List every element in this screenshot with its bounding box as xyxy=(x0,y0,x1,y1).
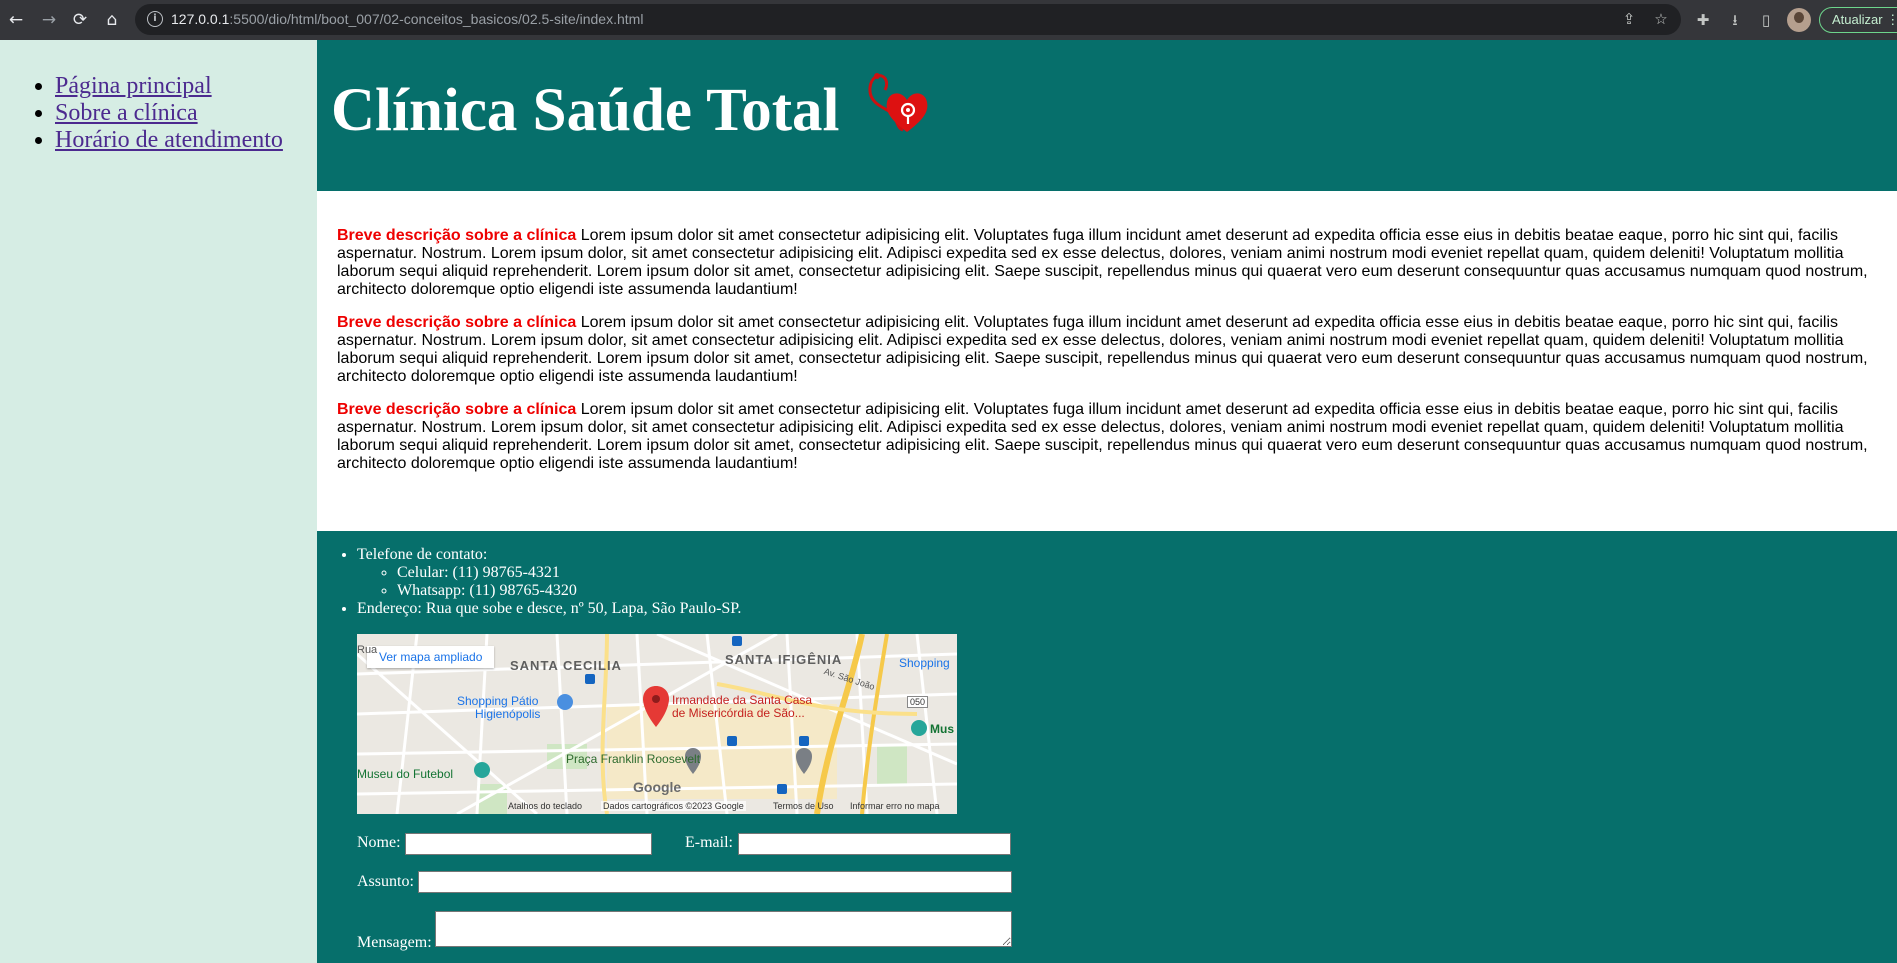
site-info-icon[interactable]: i xyxy=(147,11,163,27)
nav-item-home: Página principal xyxy=(55,73,317,100)
nav-link-home[interactable]: Página principal xyxy=(55,73,212,99)
map-keyboard-shortcuts-link[interactable]: Atalhos do teclado xyxy=(508,801,582,811)
description-lead: Breve descrição sobre a clínica xyxy=(337,401,577,418)
map-label-praca: Praça Franklin Roosevelt xyxy=(566,752,701,766)
sidebar-nav: Página principal Sobre a clínica Horário… xyxy=(0,40,317,963)
map-label-shopping-patio: Shopping Pátio xyxy=(457,694,539,708)
map-label-road-050: 050 xyxy=(907,696,929,708)
map-attribution-bar: Atalhos do teclado Dados cartográficos ©… xyxy=(357,800,957,814)
whatsapp-phone: Whatsapp: (11) 98765-4320 xyxy=(397,582,1897,600)
map-label-mus: Mus xyxy=(930,722,954,736)
name-label: Nome: xyxy=(357,834,401,851)
address-bar[interactable]: i 127.0.0.1:5500/dio/html/boot_007/02-co… xyxy=(135,4,1681,35)
site-header: Clínica Saúde Total xyxy=(317,40,1897,191)
nav-link-hours[interactable]: Horário de atendimento xyxy=(55,127,283,153)
download-icon[interactable]: ⭳ xyxy=(1724,9,1746,31)
phone-item: Telefone de contato: Celular: (11) 98765… xyxy=(357,546,1897,600)
embedded-map[interactable]: Ver mapa ampliado SANTA CECILIA SANTA IF… xyxy=(357,634,957,814)
site-title: Clínica Saúde Total xyxy=(331,77,840,144)
update-button[interactable]: Atualizar ⋮ xyxy=(1819,7,1897,33)
description-paragraph: Breve descrição sobre a clínica Lorem ip… xyxy=(337,401,1889,473)
map-label-rua: Rua xyxy=(357,644,378,656)
menu-dots-icon: ⋮ xyxy=(1886,12,1897,27)
home-icon[interactable]: ⌂ xyxy=(101,9,123,31)
map-label-irmandade-line1: Irmandade da Santa Casa xyxy=(672,693,813,707)
nav-item-hours: Horário de atendimento xyxy=(55,127,317,154)
view-larger-map-link[interactable]: Ver mapa ampliado xyxy=(367,646,495,668)
address-item: Endereço: Rua que sobe e desce, nº 50, L… xyxy=(357,600,1897,618)
contact-list: Telefone de contato: Celular: (11) 98765… xyxy=(317,546,1897,618)
message-label: Mensagem: xyxy=(357,934,432,951)
phone-sublist: Celular: (11) 98765-4321 Whatsapp: (11) … xyxy=(357,564,1897,600)
nav-list: Página principal Sobre a clínica Horário… xyxy=(0,40,317,154)
google-logo: Google xyxy=(633,779,682,795)
message-textarea[interactable] xyxy=(435,911,1012,947)
url-host: 127.0.0.1 xyxy=(171,11,230,27)
profile-avatar[interactable] xyxy=(1787,8,1811,32)
subject-input[interactable] xyxy=(418,871,1012,893)
extensions-icon[interactable]: ✚ xyxy=(1692,9,1714,31)
site-footer: Telefone de contato: Celular: (11) 98765… xyxy=(317,531,1897,963)
description-paragraph: Breve descrição sobre a clínica Lorem ip… xyxy=(337,314,1889,386)
stethoscope-heart-icon xyxy=(868,73,928,132)
map-label-irmandade-line2: de Misericórdia de São... xyxy=(672,706,805,720)
description-paragraph: Breve descrição sobre a clínica Lorem ip… xyxy=(337,227,1889,299)
map-label-museu: Museu do Futebol xyxy=(357,767,454,781)
nav-item-about: Sobre a clínica xyxy=(55,100,317,127)
main-content: Breve descrição sobre a clínica Lorem ip… xyxy=(317,191,1897,531)
forward-icon[interactable]: → xyxy=(38,9,60,31)
reload-icon[interactable]: ⟳ xyxy=(69,9,91,31)
update-label: Atualizar xyxy=(1832,12,1883,27)
phone-label: Telefone de contato: xyxy=(357,546,488,563)
map-label-higienopolis: Higienópolis xyxy=(475,707,541,721)
description-lead: Breve descrição sobre a clínica xyxy=(337,227,577,244)
map-label-shopping-right: Shopping xyxy=(899,656,950,670)
map-report-error-link[interactable]: Informar erro no mapa xyxy=(850,801,940,811)
bookmark-star-icon[interactable]: ☆ xyxy=(1651,9,1671,29)
nav-link-about[interactable]: Sobre a clínica xyxy=(55,100,198,126)
cell-phone: Celular: (11) 98765-4321 xyxy=(397,564,1897,582)
address-url[interactable]: 127.0.0.1:5500/dio/html/boot_007/02-conc… xyxy=(171,4,643,35)
email-label: E-mail: xyxy=(685,834,733,851)
map-data-credit: Dados cartográficos ©2023 Google xyxy=(601,801,746,811)
description-lead: Breve descrição sobre a clínica xyxy=(337,314,577,331)
map-label-santa-ifigenia: SANTA IFIGÊNIA xyxy=(725,652,843,667)
browser-toolbar: ← → ⟳ ⌂ i 127.0.0.1:5500/dio/html/boot_0… xyxy=(0,0,1897,40)
map-label-santa-cecilia: SANTA CECILIA xyxy=(510,658,622,673)
share-icon[interactable]: ⇪ xyxy=(1619,9,1639,29)
email-input[interactable] xyxy=(738,833,1011,855)
map-terms-link[interactable]: Termos de Uso xyxy=(773,801,834,811)
side-panel-icon[interactable]: ▯ xyxy=(1755,9,1777,31)
name-input[interactable] xyxy=(405,833,652,855)
url-path: :5500/dio/html/boot_007/02-conceitos_bas… xyxy=(229,11,644,27)
back-icon[interactable]: ← xyxy=(5,9,27,31)
subject-label: Assunto: xyxy=(357,873,414,890)
